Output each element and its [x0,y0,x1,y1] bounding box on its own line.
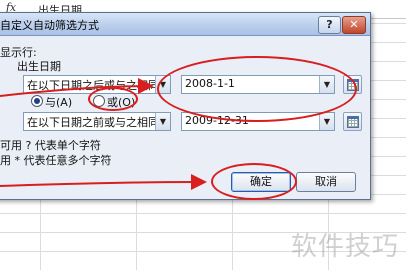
arrow-to-ok [0,174,207,191]
watermark: 软件技巧 [291,232,400,262]
arrow-to-values [0,78,154,97]
